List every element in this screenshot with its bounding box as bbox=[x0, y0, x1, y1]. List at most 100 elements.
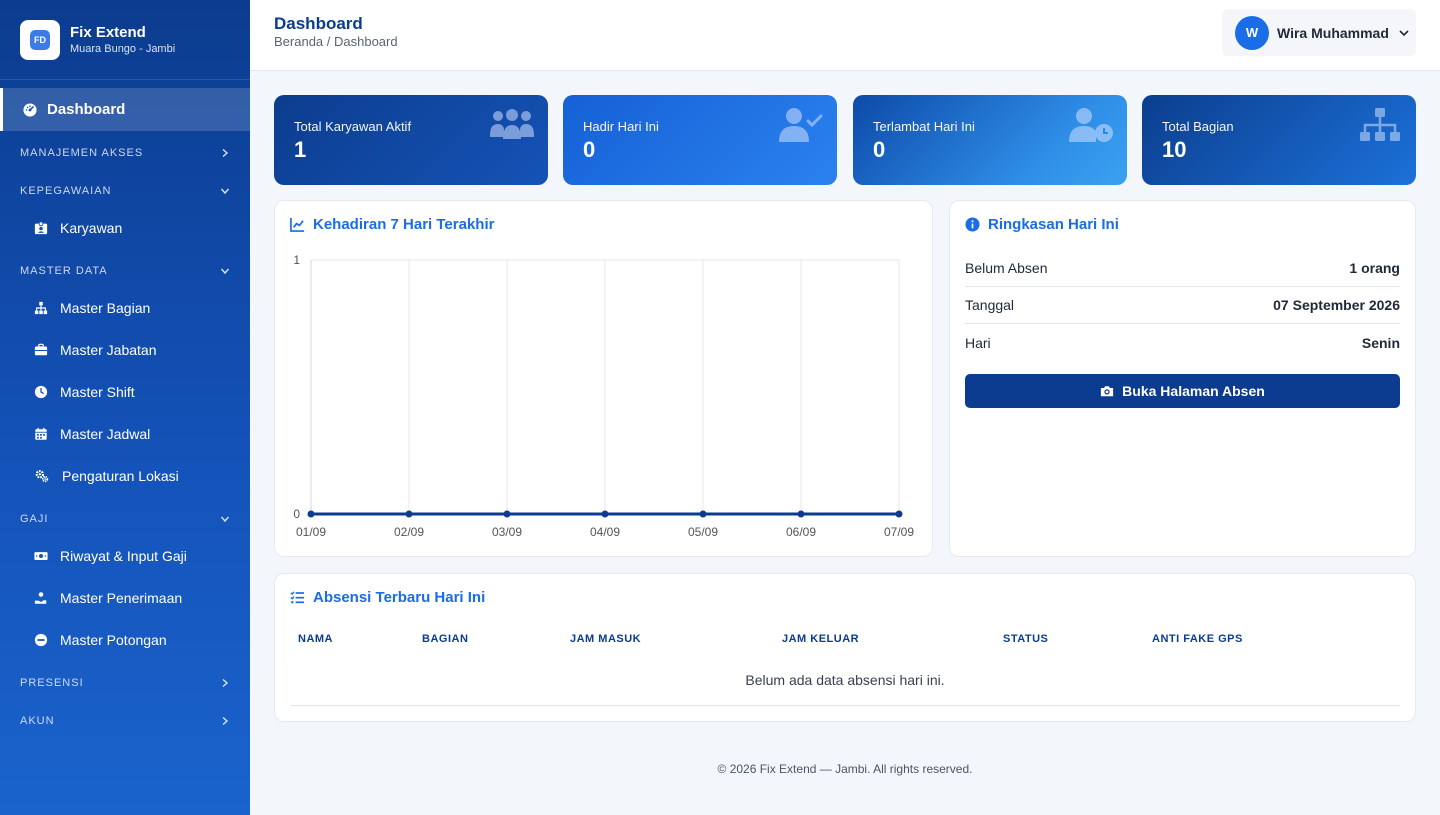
summary-value: Senin bbox=[1361, 334, 1400, 351]
stat-card-terlambat: Terlambat Hari Ini 0 bbox=[853, 95, 1127, 185]
table-title: Absensi Terbaru Hari Ini bbox=[313, 589, 486, 606]
line-chart: 0 1 01/09 02/09 03/09 04/09 05/09 06/09 07/09 bbox=[293, 253, 914, 539]
briefcase-icon bbox=[34, 343, 48, 356]
column-header-jam-masuk[interactable]: JAM MASUK bbox=[570, 633, 641, 645]
id-badge-icon bbox=[34, 221, 48, 235]
sidebar-item-label: Master Penerimaan bbox=[60, 590, 183, 606]
user-check-icon bbox=[779, 108, 823, 142]
x-tick-label: 06/09 bbox=[786, 525, 816, 539]
gauge-icon bbox=[23, 102, 37, 117]
logo-icon: FD bbox=[30, 29, 50, 50]
sidebar-section-presensi[interactable]: PRESENSI bbox=[20, 673, 230, 693]
x-tick-label: 05/09 bbox=[688, 525, 718, 539]
summary-card: Ringkasan Hari Ini Belum Absen 1 orang T… bbox=[949, 200, 1416, 557]
info-circle-icon bbox=[965, 217, 980, 232]
card-title: Absensi Terbaru Hari Ini bbox=[290, 589, 485, 606]
page-title: Dashboard bbox=[274, 14, 363, 33]
sidebar-item-riwayat-input-gaji[interactable]: Riwayat & Input Gaji bbox=[34, 544, 187, 568]
sitemap-icon bbox=[1360, 108, 1400, 141]
user-name: Wira Muhammad bbox=[1277, 24, 1389, 41]
sidebar-section-manajemen-akses[interactable]: MANAJEMEN AKSES bbox=[20, 143, 230, 163]
y-tick-label: 1 bbox=[293, 253, 300, 267]
data-point bbox=[895, 510, 903, 518]
x-tick-label: 04/09 bbox=[590, 525, 620, 539]
sidebar-item-label: Master Potongan bbox=[60, 632, 167, 648]
sidebar-section-kepegawaian[interactable]: KEPEGAWAIAN bbox=[20, 181, 230, 201]
sidebar-item-dashboard[interactable]: Dashboard bbox=[0, 88, 250, 131]
minus-circle-icon bbox=[34, 633, 48, 647]
sidebar-item-label: Master Bagian bbox=[60, 300, 151, 316]
sidebar-item-pengaturan-lokasi[interactable]: Pengaturan Lokasi bbox=[34, 464, 179, 488]
column-header-bagian[interactable]: BAGIAN bbox=[422, 633, 468, 645]
sidebar-section-gaji[interactable]: GAJI bbox=[20, 509, 230, 529]
sidebar-item-master-shift[interactable]: Master Shift bbox=[34, 380, 135, 404]
summary-row-hari: Hari Senin bbox=[965, 324, 1400, 361]
sidebar-item-karyawan[interactable]: Karyawan bbox=[34, 216, 122, 240]
x-tick-label: 01/09 bbox=[296, 525, 326, 539]
data-point bbox=[699, 510, 707, 518]
section-label: GAJI bbox=[20, 513, 49, 525]
chevron-right-icon bbox=[222, 716, 229, 726]
recent-attendance-card: Absensi Terbaru Hari Ini NAMA BAGIAN JAM… bbox=[274, 573, 1416, 722]
column-header-anti-fake-gps[interactable]: ANTI FAKE GPS bbox=[1152, 633, 1243, 645]
summary-label: Tanggal bbox=[965, 297, 1015, 313]
empty-table-message: Belum ada data absensi hari ini. bbox=[745, 672, 945, 688]
sidebar-item-label: Master Jabatan bbox=[60, 342, 157, 358]
clock-icon bbox=[34, 385, 48, 399]
sidebar-item-label: Pengaturan Lokasi bbox=[62, 468, 179, 484]
avatar: W bbox=[1235, 15, 1269, 50]
sidebar-item-label: Master Shift bbox=[60, 384, 135, 400]
sidebar-section-akun[interactable]: AKUN bbox=[20, 711, 230, 731]
sidebar-item-label: Dashboard bbox=[47, 101, 126, 118]
brand[interactable]: FD Fix Extend Muara Bungo - Jambi bbox=[0, 0, 250, 80]
chevron-right-icon bbox=[222, 678, 229, 688]
chevron-down-icon bbox=[1399, 29, 1409, 36]
table-divider bbox=[290, 705, 1400, 706]
breadcrumb[interactable]: Beranda / Dashboard bbox=[274, 34, 398, 49]
summary-label: Hari bbox=[965, 334, 991, 351]
x-tick-label: 02/09 bbox=[394, 525, 424, 539]
column-header-jam-keluar[interactable]: JAM KELUAR bbox=[782, 633, 859, 645]
data-point bbox=[601, 510, 609, 518]
sidebar-item-master-bagian[interactable]: Master Bagian bbox=[34, 296, 150, 320]
column-header-status[interactable]: STATUS bbox=[1003, 633, 1048, 645]
stat-card-hadir: Hadir Hari Ini 0 bbox=[563, 95, 837, 185]
money-icon bbox=[34, 552, 48, 560]
summary-row-belum-absen: Belum Absen 1 orang bbox=[965, 250, 1400, 287]
users-icon bbox=[490, 109, 534, 139]
brand-subtitle: Muara Bungo - Jambi bbox=[70, 43, 176, 55]
sidebar: FD Fix Extend Muara Bungo - Jambi Dashbo… bbox=[0, 0, 250, 815]
sidebar-item-master-potongan[interactable]: Master Potongan bbox=[34, 628, 167, 652]
data-point bbox=[405, 510, 413, 518]
open-absen-button[interactable]: Buka Halaman Absen bbox=[965, 374, 1400, 408]
chevron-down-icon bbox=[220, 268, 230, 275]
sitemap-icon bbox=[34, 301, 48, 315]
section-label: KEPEGAWAIAN bbox=[20, 185, 112, 197]
sidebar-item-master-jabatan[interactable]: Master Jabatan bbox=[34, 338, 157, 362]
summary-label: Belum Absen bbox=[965, 260, 1048, 276]
stat-card-total-bagian: Total Bagian 10 bbox=[1142, 95, 1416, 185]
footer: © 2026 Fix Extend — Jambi. All rights re… bbox=[717, 762, 973, 776]
summary-row-tanggal: Tanggal 07 September 2026 bbox=[965, 287, 1400, 324]
x-tick-label: 03/09 bbox=[492, 525, 522, 539]
calendar-icon bbox=[35, 427, 47, 440]
column-header-nama[interactable]: NAMA bbox=[298, 633, 333, 645]
camera-icon bbox=[1101, 386, 1114, 397]
cogs-icon bbox=[35, 470, 49, 483]
brand-logo: FD bbox=[20, 19, 60, 60]
list-check-icon bbox=[290, 591, 305, 604]
data-point bbox=[797, 510, 805, 518]
sidebar-section-master-data[interactable]: MASTER DATA bbox=[20, 261, 230, 281]
summary-value: 1 orang bbox=[1349, 260, 1400, 276]
user-menu-button[interactable]: W Wira Muhammad bbox=[1222, 9, 1416, 56]
chevron-down-icon bbox=[220, 516, 230, 523]
topbar: Dashboard Beranda / Dashboard W Wira Muh… bbox=[250, 0, 1440, 71]
chevron-right-icon bbox=[222, 148, 229, 158]
section-label: MASTER DATA bbox=[20, 265, 108, 277]
sidebar-item-master-jadwal[interactable]: Master Jadwal bbox=[34, 422, 150, 446]
stat-card-total-karyawan: Total Karyawan Aktif 1 bbox=[274, 95, 548, 185]
sidebar-item-master-penerimaan[interactable]: Master Penerimaan bbox=[34, 586, 182, 610]
user-clock-icon bbox=[1069, 108, 1113, 142]
hand-coin-icon bbox=[34, 592, 47, 604]
attendance-chart-card: Kehadiran 7 Hari Terakhir 0 1 01/09 02/09 03… bbox=[274, 200, 933, 557]
